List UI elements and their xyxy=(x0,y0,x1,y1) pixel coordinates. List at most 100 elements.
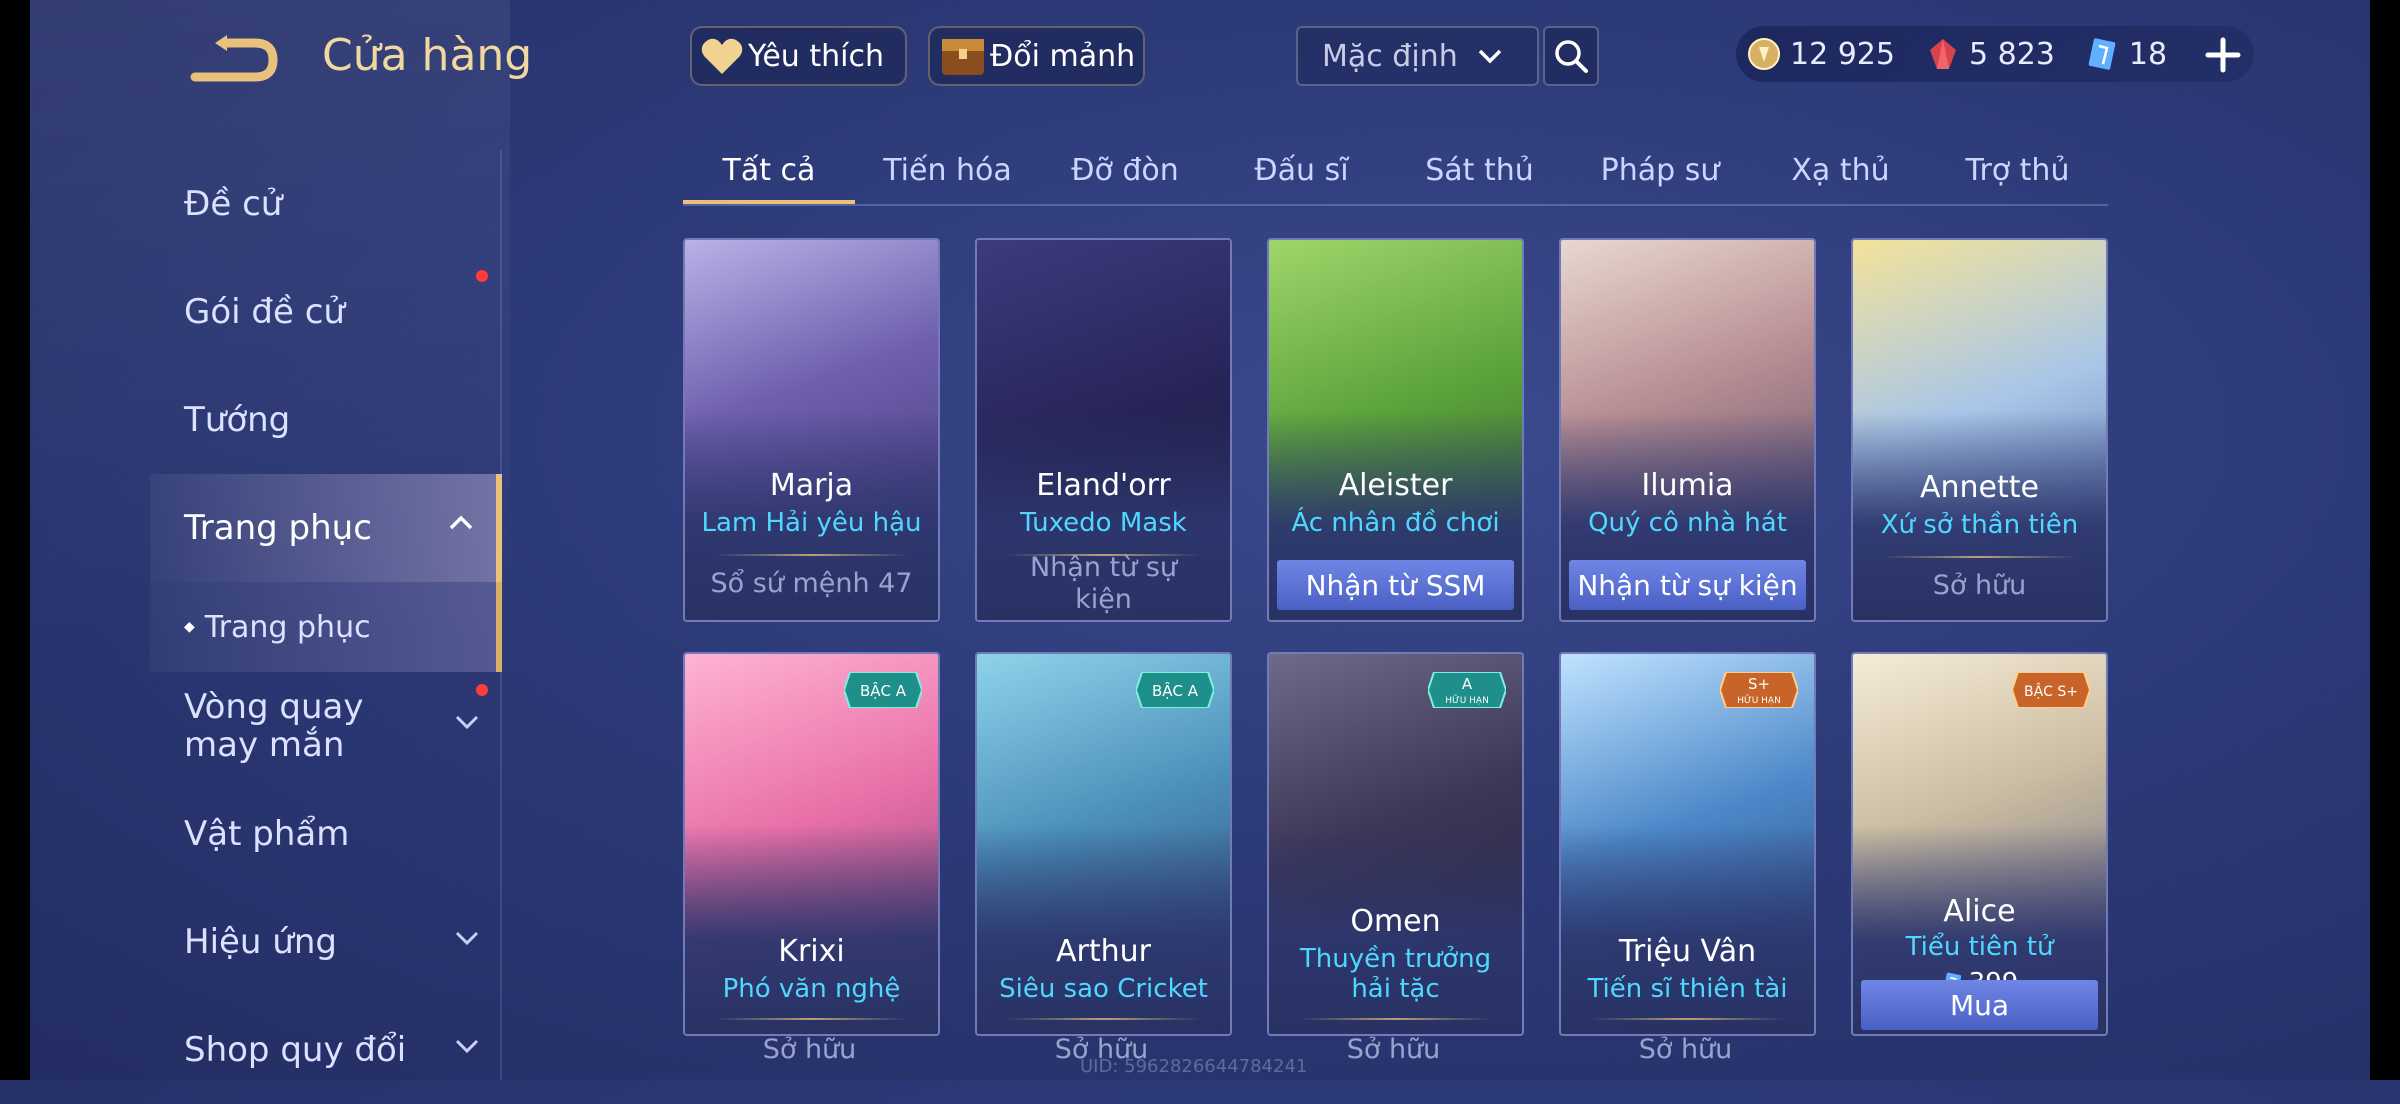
add-currency-plus-icon[interactable] xyxy=(2198,30,2248,80)
tab-fighter[interactable]: Đấu sĩ xyxy=(1210,140,1393,200)
tab-tank[interactable]: Đỡ đòn xyxy=(1040,140,1210,200)
chevron-down-icon xyxy=(455,715,479,730)
sidebar-item-label: Đề cử xyxy=(184,184,283,224)
sidebar-item-label: Tướng xyxy=(184,400,291,440)
tab-evolution[interactable]: Tiến hóa xyxy=(855,140,1040,200)
screen-edge-right xyxy=(2370,0,2400,1080)
sidebar-item-lucky-wheel[interactable]: Vòng quay may mắn xyxy=(150,672,502,780)
currency-bar: 12 925 5 823 18 xyxy=(1736,26,2254,82)
skin-card-ilumia[interactable]: Ilumia Quý cô nhà hát Nhận từ sự kiện xyxy=(1559,238,1816,622)
sidebar-item-label: Gói đề cử xyxy=(184,292,345,332)
skin-name: Siêu sao Cricket xyxy=(999,974,1208,1004)
divider xyxy=(1883,556,2076,558)
badge-label: S+ xyxy=(1748,675,1770,693)
sidebar-item-label: Vòng quay may mắn xyxy=(184,687,364,765)
hero-name: Arthur xyxy=(1056,934,1151,969)
voucher-currency: 18 xyxy=(2075,36,2167,72)
chevron-down-icon xyxy=(1478,49,1501,64)
divider xyxy=(1007,1018,1200,1020)
skin-card-krixi[interactable]: BẬC A Krixi Phó văn nghệ xyxy=(683,652,940,1036)
hero-name: Marja xyxy=(769,468,854,503)
screen-edge-left xyxy=(0,0,30,1080)
search-button[interactable] xyxy=(1543,26,1599,86)
notification-dot xyxy=(476,270,488,282)
ruby-amount: 5 823 xyxy=(1968,36,2055,72)
skin-card-omen[interactable]: A HỮU HẠN Omen Thuyền trưởng hải tặc xyxy=(1267,652,1524,1036)
sidebar-item-label: Trang phục xyxy=(184,508,372,548)
gold-amount: 12 925 xyxy=(1790,36,1895,72)
hero-name: Eland'orr xyxy=(1036,468,1171,503)
sort-dropdown[interactable]: Mặc định xyxy=(1296,26,1539,86)
sidebar-item-effects[interactable]: Hiệu ứng xyxy=(150,888,502,996)
hero-name: Triệu Vân xyxy=(1618,934,1757,969)
sidebar-item-skins[interactable]: Trang phục xyxy=(150,474,502,582)
sidebar: Đề cử Gói đề cử Tướng Trang phục ◆ Trang… xyxy=(150,150,502,1104)
badge-label: BẬC A xyxy=(860,681,907,700)
obtain-from-event-button[interactable]: Nhận từ sự kiện xyxy=(1569,560,1806,610)
skin-card-annette[interactable]: Annette Xứ sở thần tiên Sở hữu xyxy=(1851,238,2108,622)
skin-name: Tiểu tiên tử xyxy=(1905,932,2054,962)
divider xyxy=(715,554,908,556)
exchange-shards-button[interactable]: Đổi mảnh xyxy=(928,26,1145,86)
back-arrow-icon[interactable] xyxy=(185,35,280,85)
sidebar-item-exchange-shop[interactable]: Shop quy đổi xyxy=(150,996,502,1104)
skin-card-aleister[interactable]: Aleister Ác nhân đồ chơi Nhận từ SSM xyxy=(1267,238,1524,622)
favorite-label: Yêu thích xyxy=(748,38,884,74)
voucher-amount: 18 xyxy=(2128,36,2168,72)
skin-status: Sở hữu xyxy=(1932,570,2027,601)
skin-card-arthur[interactable]: BẬC A Arthur Siêu sao Cricket xyxy=(975,652,1232,1036)
hero-name: Krixi xyxy=(778,934,845,969)
skin-name: Tuxedo Mask xyxy=(1020,508,1187,538)
tier-badge: BẬC A xyxy=(844,672,922,708)
skin-card-trieu-van[interactable]: S+ HỮU HẠN Triệu Vân Tiến sĩ thiên tài xyxy=(1559,652,1816,1036)
skin-status: Sở hữu xyxy=(762,1034,857,1065)
sidebar-item-heroes[interactable]: Tướng xyxy=(150,366,502,474)
skin-card-marja[interactable]: Marja Lam Hải yêu hậu Sổ sứ mệnh 47 xyxy=(683,238,940,622)
sidebar-item-items[interactable]: Vật phẩm xyxy=(150,780,502,888)
hero-name: Annette xyxy=(1920,470,2039,505)
gold-currency: 12 925 xyxy=(1736,36,1895,72)
heart-icon xyxy=(701,38,743,74)
tab-assassin[interactable]: Sát thủ xyxy=(1393,140,1566,200)
ruby-currency: 5 823 xyxy=(1915,36,2055,72)
sort-value: Mặc định xyxy=(1322,38,1458,74)
tier-badge: S+HỮU HẠN xyxy=(1720,672,1798,708)
hero-name: Omen xyxy=(1350,904,1441,939)
tab-support[interactable]: Trợ thủ xyxy=(1927,140,2108,200)
tier-badge: AHỮU HẠN xyxy=(1428,672,1506,708)
skin-card-alice[interactable]: BẬC S+ Alice Tiểu tiên tử 399 Mua xyxy=(1851,652,2108,1036)
tier-badge: BẬC S+ xyxy=(2012,672,2090,708)
divider xyxy=(1299,1018,1492,1020)
chevron-down-icon xyxy=(455,1039,479,1054)
badge-label: BẬC S+ xyxy=(2024,682,2078,700)
skin-card-elandorr[interactable]: Eland'orr Tuxedo Mask Nhận từ sự kiện xyxy=(975,238,1232,622)
ruby-gem-icon xyxy=(1929,39,1956,69)
hero-name: Alice xyxy=(1943,894,2016,929)
user-id: UID: 5962826644784241 xyxy=(1080,1056,1308,1077)
tab-all[interactable]: Tất cả xyxy=(683,140,855,204)
voucher-card-icon xyxy=(2088,38,2116,70)
tab-marksman[interactable]: Xạ thủ xyxy=(1754,140,1927,200)
notification-dot xyxy=(476,684,488,696)
search-icon xyxy=(1555,40,1588,73)
tab-mage[interactable]: Pháp sư xyxy=(1566,140,1754,200)
gold-coin-icon xyxy=(1748,38,1780,70)
skin-name: Lam Hải yêu hậu xyxy=(701,508,922,538)
tier-badge: BẬC A xyxy=(1136,672,1214,708)
buy-button[interactable]: Mua xyxy=(1861,980,2098,1030)
page-title: Cửa hàng xyxy=(322,30,533,81)
skin-name: Tiến sĩ thiên tài xyxy=(1587,974,1788,1004)
obtain-from-ssm-button[interactable]: Nhận từ SSM xyxy=(1277,560,1514,610)
skin-name: Thuyền trưởng hải tặc xyxy=(1299,944,1492,1004)
chest-icon xyxy=(942,39,984,75)
skin-status: Sổ sứ mệnh 47 xyxy=(710,568,913,599)
sidebar-item-recommended[interactable]: Đề cử xyxy=(150,150,502,258)
sidebar-subitem-skins[interactable]: ◆ Trang phục xyxy=(150,582,502,672)
badge-label: A xyxy=(1462,675,1473,693)
skin-status: Nhận từ sự kiện xyxy=(1029,552,1177,615)
exchange-label: Đổi mảnh xyxy=(990,38,1136,74)
favorite-button[interactable]: Yêu thích xyxy=(690,26,907,86)
sidebar-item-recommended-packs[interactable]: Gói đề cử xyxy=(150,258,502,366)
bullet-icon: ◆ xyxy=(184,619,195,635)
divider xyxy=(715,1018,908,1020)
